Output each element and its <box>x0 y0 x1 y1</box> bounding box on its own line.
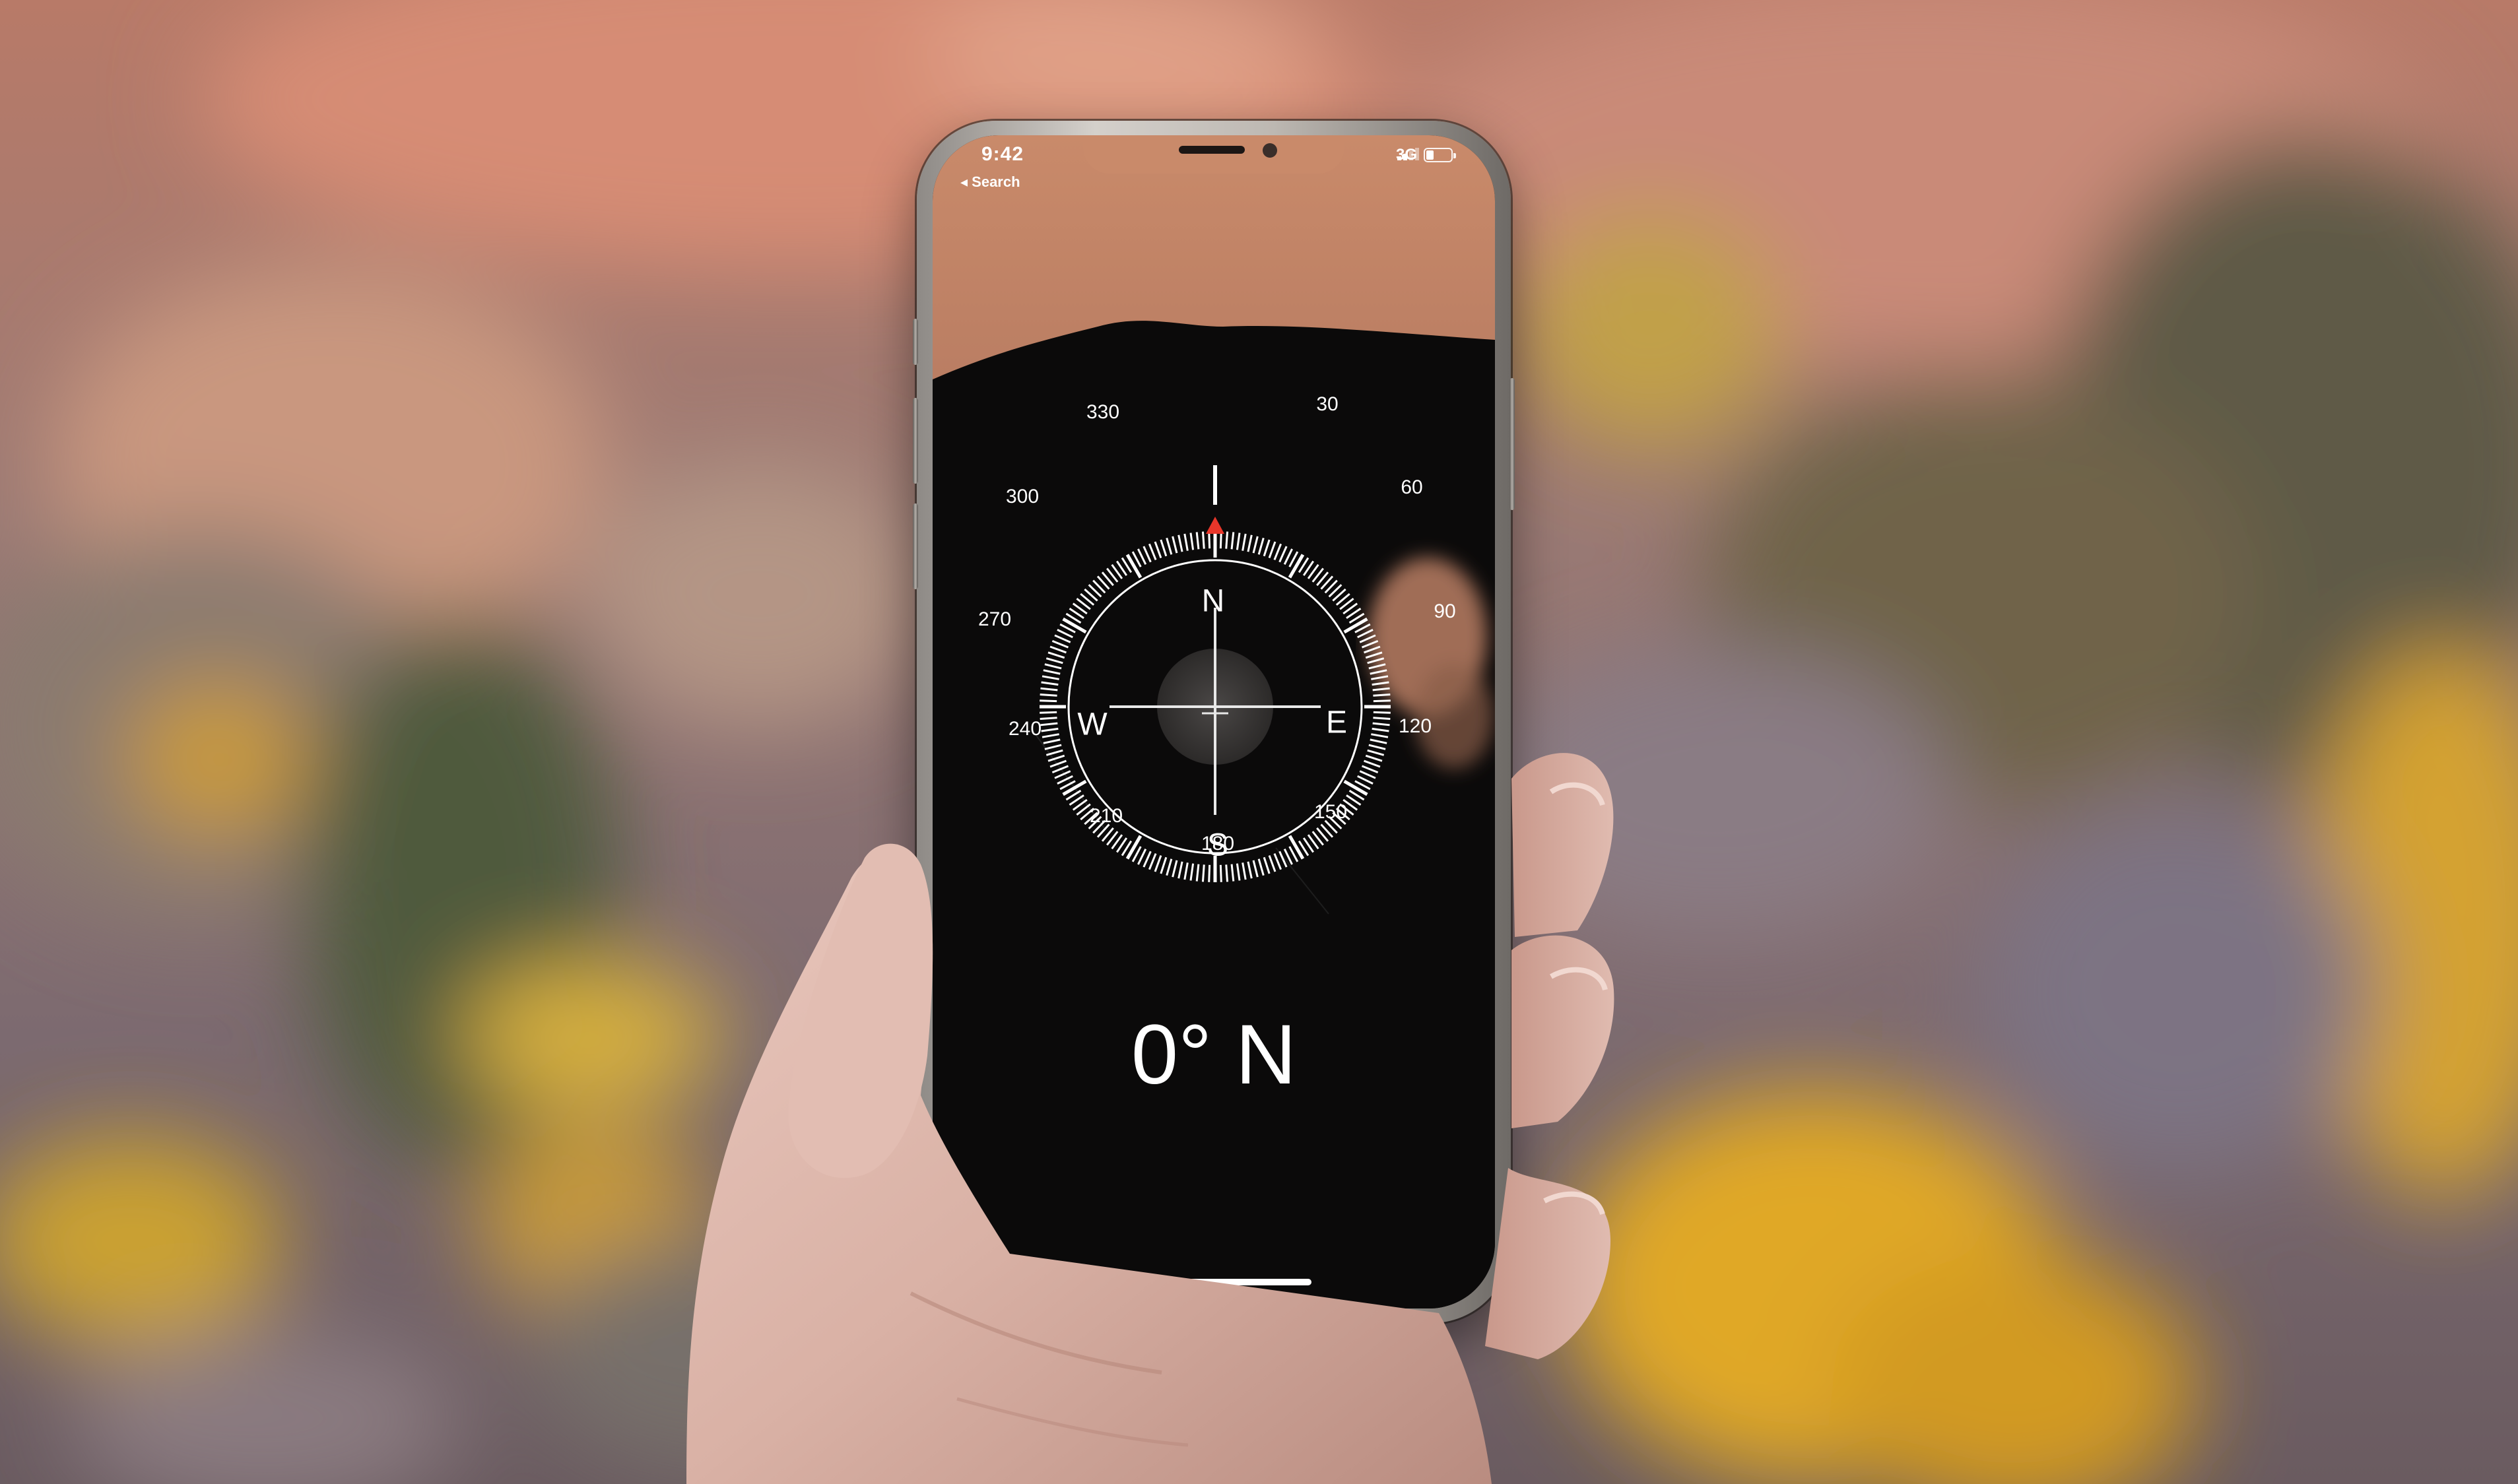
hand <box>686 753 1614 1484</box>
photo-scene: 9:42 ◂ Search 3G 30 60 90 <box>0 0 2518 1484</box>
